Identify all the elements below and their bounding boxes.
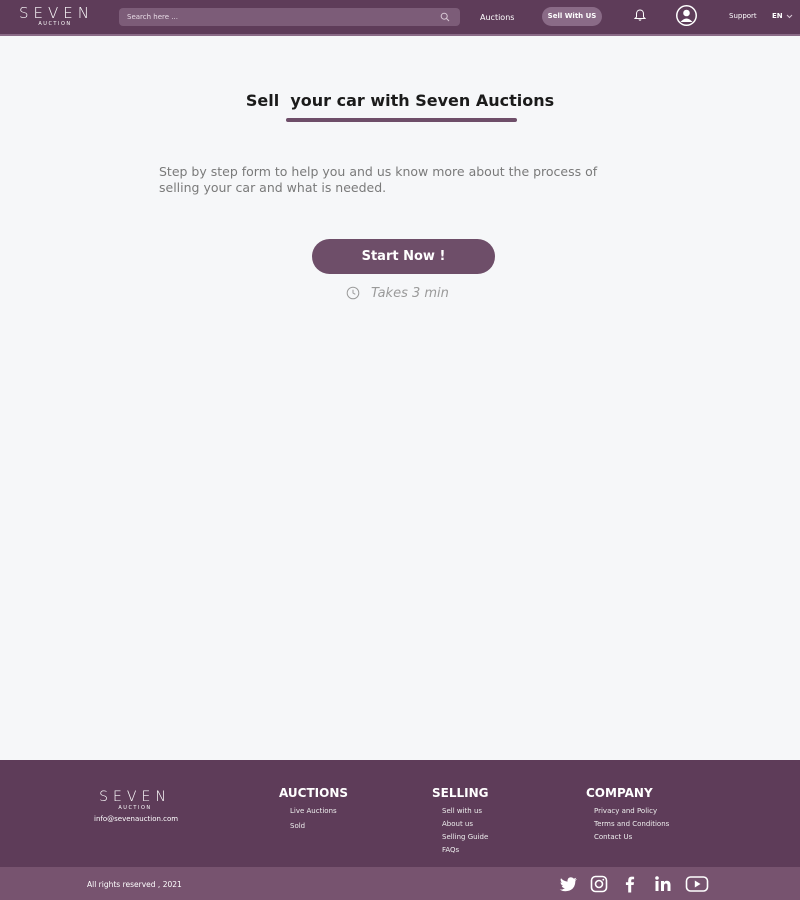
logo-subtitle: AUCTION: [38, 21, 72, 27]
footer-company-heading: COMPANY: [586, 786, 653, 800]
youtube-icon[interactable]: [685, 875, 709, 893]
footer-logo[interactable]: SEVEN AUCTION: [99, 790, 171, 812]
facebook-icon[interactable]: [619, 875, 641, 893]
duration-note: Takes 3 min: [371, 286, 449, 301]
start-now-button[interactable]: Start Now !: [312, 239, 495, 274]
clock-icon: [346, 286, 360, 300]
footer-link-terms[interactable]: Terms and Conditions: [594, 820, 669, 828]
bell-icon[interactable]: [633, 8, 647, 22]
language-selector[interactable]: EN: [772, 12, 783, 20]
search-bar: [119, 8, 460, 26]
footer-auctions-heading: AUCTIONS: [279, 786, 349, 800]
user-avatar[interactable]: [676, 5, 697, 26]
footer-selling-heading: SELLING: [432, 786, 489, 800]
footer-email-link[interactable]: info@sevenauction.com: [94, 815, 178, 823]
top-navbar: SEVEN AUCTION Auctions Sell With US Supp…: [0, 0, 800, 36]
logo-wordmark: SEVEN: [19, 4, 94, 22]
seven-logo[interactable]: SEVEN AUCTION: [19, 5, 91, 28]
sell-with-us-button[interactable]: Sell With US: [542, 7, 602, 26]
twitter-icon[interactable]: [558, 875, 580, 893]
chevron-down-icon[interactable]: [786, 13, 793, 19]
footer-link-faqs[interactable]: FAQs: [442, 846, 459, 854]
title-underline: [286, 118, 517, 122]
search-input[interactable]: [127, 10, 427, 24]
page-title: Sell your car with Seven Auctions: [245, 91, 555, 110]
footer: SEVEN AUCTION info@sevenauction.com AUCT…: [0, 760, 800, 867]
footer-link-sell-with-us[interactable]: Sell with us: [442, 807, 482, 815]
footer-link-live-auctions[interactable]: Live Auctions: [290, 807, 337, 815]
intro-description: Step by step form to help you and us kno…: [159, 164, 598, 195]
footer-logo-subtitle: AUCTION: [118, 805, 152, 811]
copyright-text: All rights reserved , 2021: [87, 880, 182, 889]
nav-auctions-link[interactable]: Auctions: [480, 13, 514, 22]
footer-bottom-bar: All rights reserved , 2021: [0, 867, 800, 900]
linkedin-icon[interactable]: [652, 875, 674, 893]
footer-link-about-us[interactable]: About us: [442, 820, 473, 828]
footer-link-privacy[interactable]: Privacy and Policy: [594, 807, 657, 815]
footer-logo-wordmark: SEVEN: [99, 789, 171, 805]
support-link[interactable]: Support: [729, 12, 757, 20]
footer-link-sold[interactable]: Sold: [290, 822, 305, 830]
footer-link-contact[interactable]: Contact Us: [594, 833, 632, 841]
search-icon[interactable]: [440, 12, 450, 22]
footer-link-selling-guide[interactable]: Selling Guide: [442, 833, 488, 841]
instagram-icon[interactable]: [588, 875, 610, 893]
user-icon: [677, 6, 696, 25]
